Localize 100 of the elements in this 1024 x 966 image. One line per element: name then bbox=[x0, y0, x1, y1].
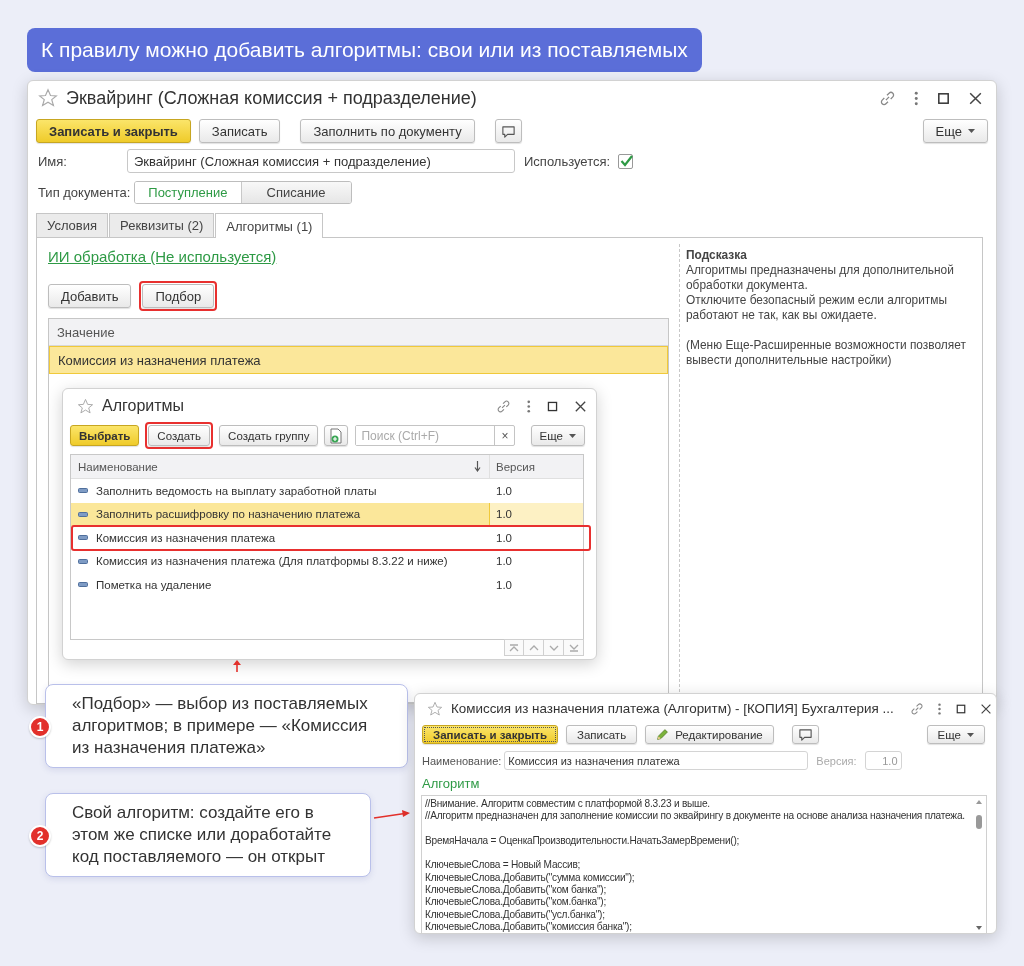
nav-button[interactable] bbox=[524, 639, 544, 656]
version-field: 1.0 bbox=[864, 751, 902, 770]
table-cell: Комиссия из назначения платежа (Для платформы 8.3.22 и ниже) bbox=[96, 555, 448, 568]
toggle-option[interactable]: Списание bbox=[240, 182, 351, 203]
table-cell: 1.0 bbox=[496, 531, 512, 544]
save-and-close-button[interactable]: Записать и закрыть bbox=[36, 119, 191, 143]
toolbar-button[interactable]: Подбор bbox=[142, 284, 215, 308]
checkmark-icon bbox=[620, 154, 634, 167]
save-and-close-button[interactable]: Записать и закрыть bbox=[422, 725, 558, 744]
toolbar-button[interactable]: Создать группу bbox=[219, 425, 319, 446]
callout-text: Свой алгоритм: создайте его в этом же списке или доработайте код поставляемого — он открыт bbox=[45, 793, 371, 877]
banner-title: К правилу можно добавить алгоритмы: свои или из поставляемых bbox=[27, 28, 702, 72]
tab[interactable]: Алгоритмы (1) bbox=[215, 213, 324, 238]
code-line: КлючевыеСлова.Добавить("ком банка"); bbox=[425, 884, 608, 897]
scroll-last-icon bbox=[567, 642, 580, 653]
column-header[interactable]: Версия bbox=[496, 460, 535, 473]
field-label: Наименование: bbox=[422, 754, 502, 767]
table-row[interactable]: Заполнить ведомость на выплату заработной платы 1.0 bbox=[71, 479, 583, 503]
toolbar-button[interactable]: Добавить bbox=[48, 284, 132, 308]
maximize-icon[interactable] bbox=[954, 702, 967, 715]
tab[interactable]: Условия bbox=[36, 213, 109, 237]
code-line: //Алгоритм предназначен для заполнение комиссии по эквайрингу в документе на основе анализа назначения платежа. bbox=[425, 810, 966, 823]
code-line: //Внимание. Алгоритм совместим с платформой 8.3.23 и выше. bbox=[425, 798, 711, 811]
step-number-badge: 1 bbox=[29, 716, 51, 738]
table-cell: 1.0 bbox=[496, 508, 512, 521]
speech-bubble-icon bbox=[797, 727, 813, 742]
window-title: Эквайринг (Сложная комиссия + подразделение) bbox=[66, 87, 477, 109]
code-editor[interactable] bbox=[421, 795, 987, 933]
name-field[interactable]: Эквайринг (Сложная комиссия + подразделение) bbox=[127, 149, 515, 173]
table-row[interactable]: Комиссия из назначения платежа (Для платформы 8.3.22 и ниже) 1.0 bbox=[71, 549, 583, 573]
more-vertical-icon[interactable] bbox=[935, 701, 943, 716]
toolbar-button[interactable]: Создать bbox=[148, 425, 211, 446]
field-label: Используется: bbox=[524, 153, 611, 169]
link[interactable]: ИИ обработка (Не используется) bbox=[48, 248, 277, 265]
nav-button[interactable] bbox=[544, 639, 564, 656]
name-field[interactable]: Комиссия из назначения платежа bbox=[504, 751, 809, 770]
table-row[interactable]: Пометка на удаление 1.0 bbox=[71, 573, 583, 597]
code-line: КлючевыеСлова.Добавить("сумма комиссии"); bbox=[425, 871, 636, 884]
table-cell: Пометка на удаление bbox=[96, 578, 212, 591]
callout-text: «Подбор» — выбор из поставляемых алгоритмов; в примере — «Комиссия из назначения платежа» bbox=[45, 684, 408, 768]
code-line: КлючевыеСлова = Новый Массив; bbox=[425, 859, 582, 872]
scroll-first-icon bbox=[508, 642, 520, 653]
list-item-icon bbox=[78, 488, 88, 494]
toolbar-button[interactable]: Записать bbox=[566, 725, 638, 744]
hint-text: (Меню Еще-Расширенные возможности позволяет вывести дополнительные настройки) bbox=[686, 338, 967, 368]
table-row[interactable]: Комиссия из назначения платежа bbox=[49, 346, 668, 374]
list-item-icon bbox=[78, 582, 88, 588]
code-line: ВремяНачала = ОценкаПроизводительности.НачатьЗамерВремени(); bbox=[425, 834, 741, 848]
link-icon[interactable] bbox=[495, 398, 511, 414]
star-icon[interactable] bbox=[77, 397, 94, 415]
edit-button[interactable]: Редактирование bbox=[645, 725, 774, 744]
comment-button[interactable] bbox=[791, 725, 819, 744]
pencil-icon bbox=[656, 728, 670, 741]
link-icon[interactable] bbox=[909, 701, 924, 716]
add-document-icon bbox=[329, 427, 344, 444]
maximize-icon[interactable] bbox=[546, 399, 559, 413]
sort-down-icon[interactable] bbox=[474, 461, 481, 472]
star-icon[interactable] bbox=[38, 88, 58, 108]
clear-button[interactable]: × bbox=[494, 426, 515, 445]
tab[interactable]: Реквизиты (2) bbox=[109, 213, 215, 237]
list-item-icon bbox=[78, 535, 88, 541]
table-cell: 1.0 bbox=[496, 555, 512, 568]
field-label: Имя: bbox=[38, 153, 68, 169]
search-field[interactable]: Поиск (Ctrl+F) × bbox=[355, 425, 516, 446]
more-button[interactable]: Еще bbox=[922, 119, 988, 143]
nav-button[interactable] bbox=[504, 639, 524, 656]
code-line: КлючевыеСлова.Добавить("комиссия банка"); bbox=[425, 920, 633, 933]
link-icon[interactable] bbox=[878, 89, 896, 107]
section-title: Алгоритм bbox=[421, 776, 481, 792]
table-cell: Заполнить ведомость на выплату заработной платы bbox=[96, 484, 377, 497]
more-vertical-icon[interactable] bbox=[524, 398, 532, 414]
nav-button[interactable] bbox=[564, 639, 584, 656]
maximize-icon[interactable] bbox=[936, 90, 951, 106]
add-from-file-button[interactable] bbox=[324, 425, 349, 446]
step-number-badge: 2 bbox=[29, 825, 51, 847]
table-cell: 1.0 bbox=[496, 578, 512, 591]
caret-icon bbox=[569, 433, 576, 438]
more-button[interactable]: Еще bbox=[530, 425, 585, 446]
star-icon[interactable] bbox=[427, 700, 443, 717]
hint-text: Отключите безопасный режим если алгоритмы работают не так, как вы ожидаете. bbox=[686, 293, 948, 323]
column-header[interactable]: Наименование bbox=[78, 460, 158, 473]
comment-button[interactable] bbox=[494, 119, 522, 143]
table-cell: Заполнить расшифровку по назначению платежа bbox=[96, 508, 361, 521]
caret-icon bbox=[967, 732, 974, 737]
list-item-icon bbox=[78, 558, 88, 564]
table-cell: 1.0 bbox=[496, 484, 512, 497]
arrow bbox=[232, 660, 242, 672]
table-row[interactable]: Комиссия из назначения платежа 1.0 bbox=[71, 526, 583, 550]
hint-text: Алгоритмы предназначены для дополнительной обработки документа. bbox=[686, 263, 955, 293]
more-button[interactable]: Еще bbox=[926, 725, 985, 744]
column-header: Значение bbox=[57, 324, 115, 340]
field-label: Версия: bbox=[816, 754, 857, 767]
hint-title: Подсказка bbox=[686, 248, 748, 263]
save-and-close-button[interactable]: Выбрать bbox=[70, 425, 140, 446]
window-title: Комиссия из назначения платежа (Алгоритм) - [КОПИЯ] Бухгалтерия ... bbox=[451, 701, 894, 716]
list-item-icon bbox=[78, 511, 88, 517]
toolbar-button[interactable]: Записать bbox=[198, 119, 281, 143]
checkbox[interactable] bbox=[618, 153, 634, 169]
toolbar-button[interactable]: Заполнить по документу bbox=[300, 119, 475, 143]
field-label: Тип документа: bbox=[38, 185, 131, 200]
